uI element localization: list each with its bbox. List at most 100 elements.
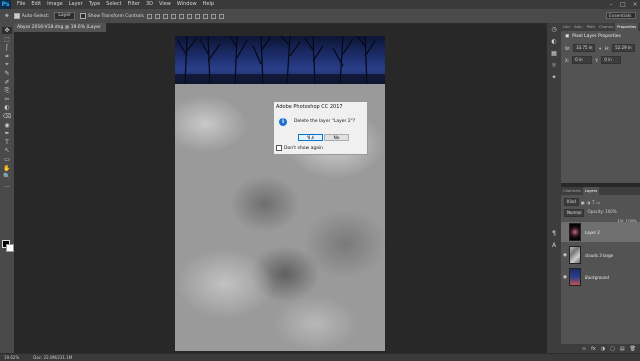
tab-libraries[interactable]: Libr xyxy=(561,23,572,31)
tab-channels[interactable]: Channs xyxy=(597,23,615,31)
tab-adjustments[interactable]: Adju xyxy=(572,23,584,31)
show-transform-option[interactable]: Show Transform Controls xyxy=(79,13,144,19)
link-layers-icon[interactable]: ∞ xyxy=(582,346,586,352)
fx-icon[interactable]: fx xyxy=(591,346,596,352)
tree-silhouettes xyxy=(175,36,385,84)
distribute-top-icon[interactable] xyxy=(194,13,200,19)
visibility-eye-icon[interactable]: ◉ xyxy=(561,275,569,280)
align-middle-icon[interactable] xyxy=(154,13,160,19)
align-top-icon[interactable] xyxy=(146,13,152,19)
crop-tool-icon[interactable]: ⌖ xyxy=(2,61,12,68)
auto-select-option[interactable]: Auto-Select: xyxy=(13,13,49,19)
trash-icon[interactable]: 🗑 xyxy=(630,346,636,352)
lasso-tool-icon[interactable]: ʃ xyxy=(2,44,12,51)
background-color[interactable] xyxy=(6,244,14,252)
brush-tool-icon[interactable]: ⎘ xyxy=(2,87,12,94)
auto-select-checkbox[interactable] xyxy=(13,13,20,19)
dont-show-again-checkbox[interactable] xyxy=(276,145,282,151)
menu-filter[interactable]: Filter xyxy=(125,0,143,9)
document-tab[interactable]: Abyss 2016-V18.dng @ 19.6% (Layer 2, RGB… xyxy=(14,23,106,39)
maximize-icon[interactable]: □ xyxy=(620,2,626,8)
panel-icon-strip: ◷ ◐ ▦ ☼ ✦ ¶ A xyxy=(546,23,562,353)
adjustment-layer-icon[interactable]: ◑ xyxy=(601,346,605,352)
workspace-dropdown[interactable]: Essentials xyxy=(606,12,636,19)
minimize-icon[interactable]: – xyxy=(608,2,614,8)
height-field[interactable]: 52.29 in xyxy=(612,44,635,52)
history-brush-tool-icon[interactable]: ◐ xyxy=(2,104,12,111)
menu-3d[interactable]: 3D xyxy=(143,0,156,9)
path-select-tool-icon[interactable]: ↖ xyxy=(2,147,12,154)
dont-show-again-option[interactable]: Don't show again xyxy=(276,145,323,151)
document-canvas[interactable] xyxy=(175,36,385,351)
layer-row-layer-2[interactable]: Layer 2 xyxy=(561,222,640,242)
close-icon[interactable]: × xyxy=(632,2,638,8)
move-tool-icon[interactable]: ✥ xyxy=(5,14,9,19)
blend-mode-dropdown[interactable]: Normal xyxy=(564,209,585,217)
align-left-icon[interactable] xyxy=(170,13,176,19)
menu-image[interactable]: Image xyxy=(44,0,66,9)
move-tool-icon[interactable]: ✥ xyxy=(2,27,12,34)
filter-pixel-icon[interactable]: ▣ xyxy=(581,200,585,205)
align-center-icon[interactable] xyxy=(178,13,184,19)
new-group-icon[interactable]: ▤ xyxy=(620,346,625,352)
auto-select-dropdown[interactable]: Layer xyxy=(54,12,75,20)
history-icon[interactable]: ◷ xyxy=(550,27,558,33)
link-icon[interactable]: ⚭ xyxy=(598,46,601,51)
quick-select-tool-icon[interactable]: ⌗ xyxy=(2,53,12,60)
menu-file[interactable]: File xyxy=(14,0,28,9)
tab-channels-lower[interactable]: Channels xyxy=(561,187,583,195)
width-field[interactable]: 33.75 in xyxy=(573,44,596,52)
eyedropper-tool-icon[interactable]: ✎ xyxy=(2,70,12,77)
zoom-tool-icon[interactable]: 🔍 xyxy=(2,173,12,180)
more-tools-icon[interactable]: … xyxy=(2,182,12,189)
swatches-icon[interactable]: ▦ xyxy=(550,51,558,57)
clone-stamp-tool-icon[interactable]: ✂ xyxy=(2,96,12,103)
paragraph-icon[interactable]: ¶ xyxy=(550,231,558,237)
rectangle-tool-icon[interactable]: ▭ xyxy=(2,156,12,163)
distribute-bottom-icon[interactable] xyxy=(210,13,216,19)
menu-type[interactable]: Type xyxy=(86,0,103,9)
character-icon[interactable]: A xyxy=(550,243,558,249)
menu-bar: Ps File Edit Image Layer Type Select Fil… xyxy=(0,0,640,9)
eraser-tool-icon[interactable]: ⌫ xyxy=(2,113,12,120)
menu-view[interactable]: View xyxy=(156,0,174,9)
layer-kind-dropdown[interactable]: Kind xyxy=(564,198,579,206)
mask-icon[interactable]: ▢ xyxy=(610,346,615,352)
y-field[interactable]: 0 in xyxy=(601,56,622,64)
menu-edit[interactable]: Edit xyxy=(28,0,44,9)
layer-row-background[interactable]: ◉ Background xyxy=(561,267,640,287)
color-icon[interactable]: ◐ xyxy=(550,39,558,45)
adjustments-icon[interactable]: ☼ xyxy=(550,63,558,69)
tab-layers[interactable]: Layers xyxy=(582,187,600,195)
visibility-eye-icon[interactable]: ◉ xyxy=(561,253,569,258)
align-bottom-icon[interactable] xyxy=(162,13,168,19)
show-transform-checkbox[interactable] xyxy=(79,13,86,19)
tab-properties[interactable]: Properties xyxy=(615,23,639,31)
type-tool-icon[interactable]: T xyxy=(2,139,12,146)
filter-shape-icon[interactable]: ▭ xyxy=(597,200,601,205)
filter-type-icon[interactable]: T xyxy=(592,200,594,205)
photoshop-logo: Ps xyxy=(0,0,11,9)
styles-icon[interactable]: ✦ xyxy=(550,75,558,81)
marquee-tool-icon[interactable]: ⬚ xyxy=(2,36,12,43)
filter-adjust-icon[interactable]: ◑ xyxy=(587,200,591,205)
tab-paths[interactable]: Path xyxy=(585,23,597,31)
hand-tool-icon[interactable]: ✋ xyxy=(2,165,12,172)
menu-select[interactable]: Select xyxy=(103,0,124,9)
opacity-field[interactable]: Opacity: 100% xyxy=(587,209,616,217)
color-swatches[interactable] xyxy=(2,240,14,252)
menu-layer[interactable]: Layer xyxy=(66,0,86,9)
menu-window[interactable]: Window xyxy=(174,0,200,9)
properties-heading: ▣ Pixel Layer Properties xyxy=(561,31,640,42)
healing-tool-icon[interactable]: ✐ xyxy=(2,79,12,86)
gradient-tool-icon[interactable]: ◉ xyxy=(2,122,12,129)
distribute-middle-icon[interactable] xyxy=(202,13,208,19)
align-right-icon[interactable] xyxy=(186,13,192,19)
layer-row-clouds[interactable]: ◉ clouds 3 large xyxy=(561,245,640,265)
x-field[interactable]: 0 in xyxy=(572,56,593,64)
no-button[interactable]: No xyxy=(324,134,349,141)
layers-footer: ∞ fx ◑ ▢ ▤ 🗑 xyxy=(561,344,640,353)
3d-mode-icon[interactable] xyxy=(218,13,224,19)
pen-tool-icon[interactable]: ✒ xyxy=(2,130,12,137)
menu-help[interactable]: Help xyxy=(200,0,217,9)
